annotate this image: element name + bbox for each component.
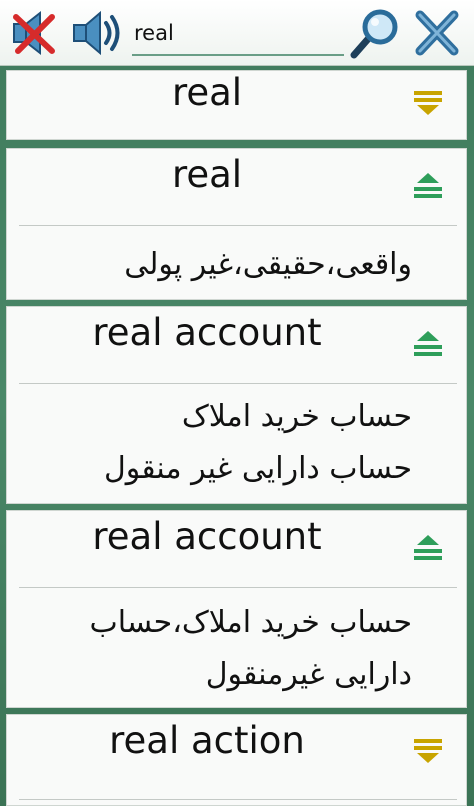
entry-divider — [19, 587, 457, 588]
entry-term: real account — [92, 311, 322, 354]
collapse-arrow-icon[interactable] — [411, 327, 445, 361]
expand-arrow-icon[interactable] — [411, 85, 445, 119]
collapse-arrow-icon[interactable] — [411, 169, 445, 203]
entry-card[interactable]: real account حساب خرید املاک،حساب دارایی… — [6, 510, 467, 708]
magnifier-icon — [350, 9, 398, 59]
close-button[interactable] — [410, 7, 464, 59]
speaker-muted-icon — [13, 10, 55, 56]
entry-card[interactable]: real account حساب خرید املاک حساب دارایی… — [6, 306, 467, 504]
search-field[interactable] — [132, 14, 344, 56]
entry-meaning: واقعی،حقیقی،غیر پولی — [124, 247, 412, 282]
entry-term: real action — [109, 719, 305, 762]
collapse-arrow-icon[interactable] — [411, 531, 445, 565]
search-button[interactable] — [348, 7, 402, 59]
entry-divider — [19, 799, 457, 800]
close-icon — [415, 10, 459, 56]
entry-card[interactable]: real action — [6, 714, 467, 806]
entry-term: real — [171, 153, 243, 196]
entry-card[interactable]: real — [6, 70, 467, 140]
mute-sound-button[interactable] — [8, 7, 62, 59]
entry-term: real — [171, 71, 243, 114]
entry-divider — [19, 225, 457, 226]
search-input[interactable] — [132, 14, 344, 52]
top-toolbar — [0, 0, 474, 66]
play-sound-button[interactable] — [70, 7, 124, 59]
entry-divider — [19, 383, 457, 384]
entry-card[interactable]: real واقعی،حقیقی،غیر پولی — [6, 148, 467, 300]
entry-term: real account — [92, 515, 322, 558]
expand-arrow-icon[interactable] — [411, 733, 445, 767]
entry-meaning: حساب خرید املاک،حساب دارایی غیرمنقول — [89, 605, 413, 692]
entry-meaning: حساب خرید املاک حساب دارایی غیر منقول — [103, 399, 412, 486]
speaker-icon — [73, 10, 120, 56]
